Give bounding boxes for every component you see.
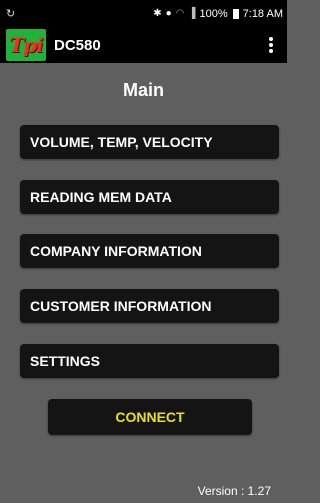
menu-dot [269, 43, 273, 47]
app-logo: Tpi [6, 29, 46, 61]
company-information-button[interactable]: COMPANY INFORMATION [20, 234, 279, 268]
status-right: ✱ ● ◠ ▐ 100% 7:18 AM [153, 8, 283, 20]
app-bar: Tpi DC580 [0, 27, 287, 63]
alarm-icon: ● [165, 7, 172, 19]
version-label: Version : 1.27 [197, 484, 271, 498]
overflow-menu-icon[interactable] [265, 35, 277, 55]
battery-percent: 100% [199, 7, 228, 20]
wifi-icon: ◠ [175, 7, 185, 19]
connect-button[interactable]: CONNECT [48, 399, 252, 435]
app-screen: ↻ ✱ ● ◠ ▐ 100% 7:18 AM Tpi DC580 Main VO… [0, 0, 287, 503]
customer-information-button[interactable]: CUSTOMER INFORMATION [20, 289, 279, 323]
sync-icon: ↻ [6, 8, 16, 20]
menu-dot [269, 49, 273, 53]
settings-button[interactable]: SETTINGS [20, 344, 279, 378]
status-bar: ↻ ✱ ● ◠ ▐ 100% 7:18 AM [0, 0, 287, 27]
bluetooth-icon: ✱ [153, 7, 162, 19]
status-left: ↻ [6, 7, 15, 20]
clock: 7:18 AM [242, 7, 283, 20]
menu-dot [269, 37, 273, 41]
logo-text: Tpi [9, 33, 43, 57]
app-title: DC580 [54, 36, 101, 54]
volume-temp-velocity-button[interactable]: VOLUME, TEMP, VELOCITY [20, 125, 279, 159]
battery-icon [232, 8, 239, 19]
signal-icon: ▐ [188, 7, 196, 19]
reading-mem-data-button[interactable]: READING MEM DATA [20, 180, 279, 214]
page-title: Main [122, 80, 164, 100]
